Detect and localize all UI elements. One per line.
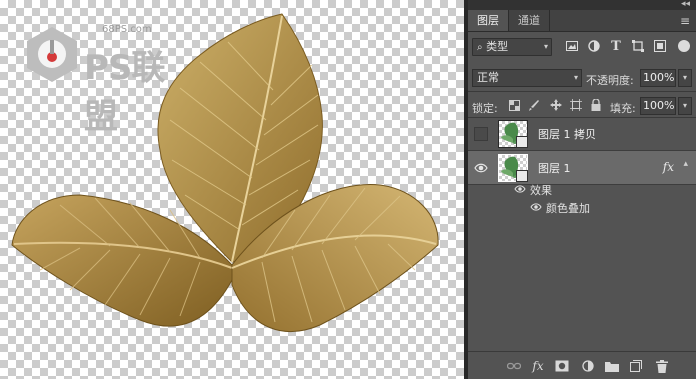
fx-indicator-icon[interactable]: fx (663, 160, 674, 174)
lock-row: 锁定: 填充: 100% ▾ (468, 93, 696, 117)
effects-header-row[interactable]: 效果 (468, 181, 696, 197)
separator (468, 91, 696, 92)
tab-channels[interactable]: 通道 (509, 10, 550, 31)
filter-toggle[interactable] (678, 40, 690, 52)
smartobject-filter-icon[interactable] (652, 38, 668, 54)
chevron-down-icon: ▾ (573, 73, 578, 82)
filter-kind-select[interactable]: ⌕ 类型 ▾ (472, 38, 552, 56)
add-mask-icon[interactable] (554, 358, 570, 374)
layer-row-layer1[interactable]: 图层 1 fx ▴ (468, 151, 696, 185)
search-icon: ⌕ (477, 42, 483, 53)
blend-row: 正常 ▾ 不透明度: 100% ▾ (468, 65, 696, 89)
type-filter-icon[interactable]: T (608, 38, 624, 54)
trash-icon[interactable] (654, 358, 670, 374)
caret-up-icon[interactable]: ▴ (683, 159, 688, 169)
lock-position-move-icon[interactable] (548, 97, 564, 113)
fx-icon[interactable]: fx (530, 358, 546, 374)
smart-object-badge-icon (516, 136, 528, 148)
watermark: 68PS.com PS联盟 (22, 20, 192, 137)
layer-name[interactable]: 图层 1 (538, 160, 571, 176)
visibility-toggle-hidden[interactable] (474, 127, 488, 141)
opacity-dropdown-icon[interactable]: ▾ (678, 69, 692, 87)
filter-kind-label: 类型 (486, 40, 509, 53)
image-filter-icon[interactable] (564, 38, 580, 54)
fill-label: 填充: (610, 102, 636, 115)
lock-image-brush-icon[interactable] (526, 97, 542, 113)
eye-icon[interactable] (514, 184, 526, 194)
opacity-label: 不透明度: (586, 74, 634, 87)
lock-transparent-icon[interactable] (506, 97, 522, 113)
opacity-input[interactable]: 100% (640, 69, 676, 87)
adjustment-layer-icon[interactable] (580, 358, 596, 374)
panel-tabbar: 图层 通道 ≡ (468, 10, 696, 32)
document-canvas[interactable]: 68PS.com PS联盟 (0, 0, 464, 379)
effect-name: 颜色叠加 (546, 202, 590, 215)
lock-artboard-icon[interactable] (568, 97, 584, 113)
watermark-brand: PS联盟 (84, 48, 165, 137)
eye-icon[interactable] (530, 202, 542, 212)
eye-icon[interactable] (474, 161, 488, 175)
panel-bottom-bar: fx (468, 351, 696, 379)
panel-top-strip: ◂◂ (468, 0, 696, 10)
panel-menu-icon[interactable]: ≡ (680, 14, 690, 28)
lock-all-icon[interactable] (588, 97, 604, 113)
tab-layers[interactable]: 图层 (468, 10, 509, 31)
adjustment-filter-icon[interactable] (586, 38, 602, 54)
fill-dropdown-icon[interactable]: ▾ (678, 97, 692, 115)
layer-row-layer1-copy[interactable]: 图层 1 拷贝 (468, 117, 696, 151)
chevron-down-icon: ▾ (543, 42, 548, 51)
blend-mode-select[interactable]: 正常 ▾ (472, 69, 582, 87)
watermark-logo-icon (27, 27, 77, 82)
new-layer-icon[interactable] (628, 358, 644, 374)
effects-label: 效果 (530, 184, 552, 197)
effect-color-overlay-row[interactable]: 颜色叠加 (468, 199, 696, 215)
fill-input[interactable]: 100% (640, 97, 676, 115)
filter-row: ⌕ 类型 ▾ T (468, 33, 696, 57)
lock-label: 锁定: (472, 102, 498, 115)
layers-panel: ◂◂ 图层 通道 ≡ ⌕ 类型 ▾ T 正常 ▾ 不透明度: 100% ▾ 锁定… (468, 0, 696, 379)
blend-mode-value: 正常 (477, 71, 499, 84)
layer-name[interactable]: 图层 1 拷贝 (538, 126, 596, 142)
collapse-panel-icon[interactable]: ◂◂ (681, 0, 690, 9)
shape-filter-icon[interactable] (630, 38, 646, 54)
watermark-site: 68PS.com (102, 24, 152, 35)
group-folder-icon[interactable] (604, 358, 620, 374)
link-layers-icon[interactable] (506, 358, 522, 374)
